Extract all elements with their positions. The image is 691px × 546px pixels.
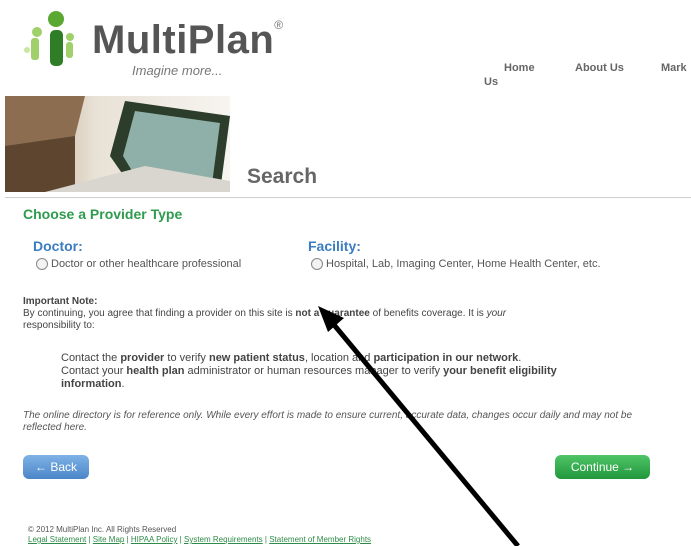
copyright: © 2012 MultiPlan Inc. All Rights Reserve… bbox=[28, 525, 177, 534]
footer-link-member-rights[interactable]: Statement of Member Rights bbox=[269, 535, 371, 544]
facility-radio-row[interactable]: Hospital, Lab, Imaging Center, Home Heal… bbox=[311, 258, 601, 270]
section-title: Choose a Provider Type bbox=[23, 206, 183, 222]
hero-laptop-image bbox=[5, 96, 230, 192]
facility-radio[interactable] bbox=[311, 258, 323, 270]
back-button[interactable]: ← Back bbox=[23, 455, 89, 479]
facility-heading: Facility: bbox=[308, 238, 361, 254]
responsibility-item: Contact the provider to verify new patie… bbox=[61, 352, 522, 364]
doctor-radio[interactable] bbox=[36, 258, 48, 270]
facility-radio-label: Hospital, Lab, Imaging Center, Home Heal… bbox=[326, 258, 601, 270]
nav-contact-us-wrap[interactable]: Us bbox=[484, 76, 498, 88]
top-nav: Home About Us Mark Us bbox=[480, 62, 691, 92]
responsibility-list: Contact the provider to verify new patie… bbox=[61, 352, 621, 391]
footer-link-hipaa-policy[interactable]: HIPAA Policy bbox=[131, 535, 178, 544]
doctor-radio-label: Doctor or other healthcare professional bbox=[51, 258, 242, 270]
important-note-label: Important Note: bbox=[23, 296, 98, 307]
responsibility-item: Contact your health plan administrator o… bbox=[61, 365, 557, 390]
page-title: Search bbox=[247, 165, 318, 188]
footer-link-site-map[interactable]: Site Map bbox=[93, 535, 125, 544]
important-note-text-2: responsibility to: bbox=[23, 320, 95, 331]
doctor-heading: Doctor: bbox=[33, 238, 83, 254]
footer-link-system-requirements[interactable]: System Requirements bbox=[184, 535, 263, 544]
doctor-radio-row[interactable]: Doctor or other healthcare professional bbox=[36, 258, 241, 270]
logo-tagline: Imagine more... bbox=[132, 63, 223, 78]
multiplan-logo[interactable]: MultiPlan® Imagine more... bbox=[18, 4, 283, 84]
logo-wordmark: MultiPlan® bbox=[92, 18, 284, 62]
continue-button[interactable]: Continue → bbox=[555, 455, 650, 479]
header-divider bbox=[5, 197, 691, 198]
footer-links: Legal Statement | Site Map | HIPAA Polic… bbox=[28, 535, 372, 544]
nav-home[interactable]: Home bbox=[504, 62, 535, 74]
important-note-text: By continuing, you agree that finding a … bbox=[23, 308, 507, 319]
nav-about-us[interactable]: About Us bbox=[575, 62, 624, 74]
footer-link-legal-statement[interactable]: Legal Statement bbox=[28, 535, 86, 544]
disclaimer-text: The online directory is for reference on… bbox=[23, 410, 633, 433]
multiplan-people-logo-icon bbox=[24, 11, 74, 66]
nav-marketplace[interactable]: Mark bbox=[661, 62, 687, 74]
